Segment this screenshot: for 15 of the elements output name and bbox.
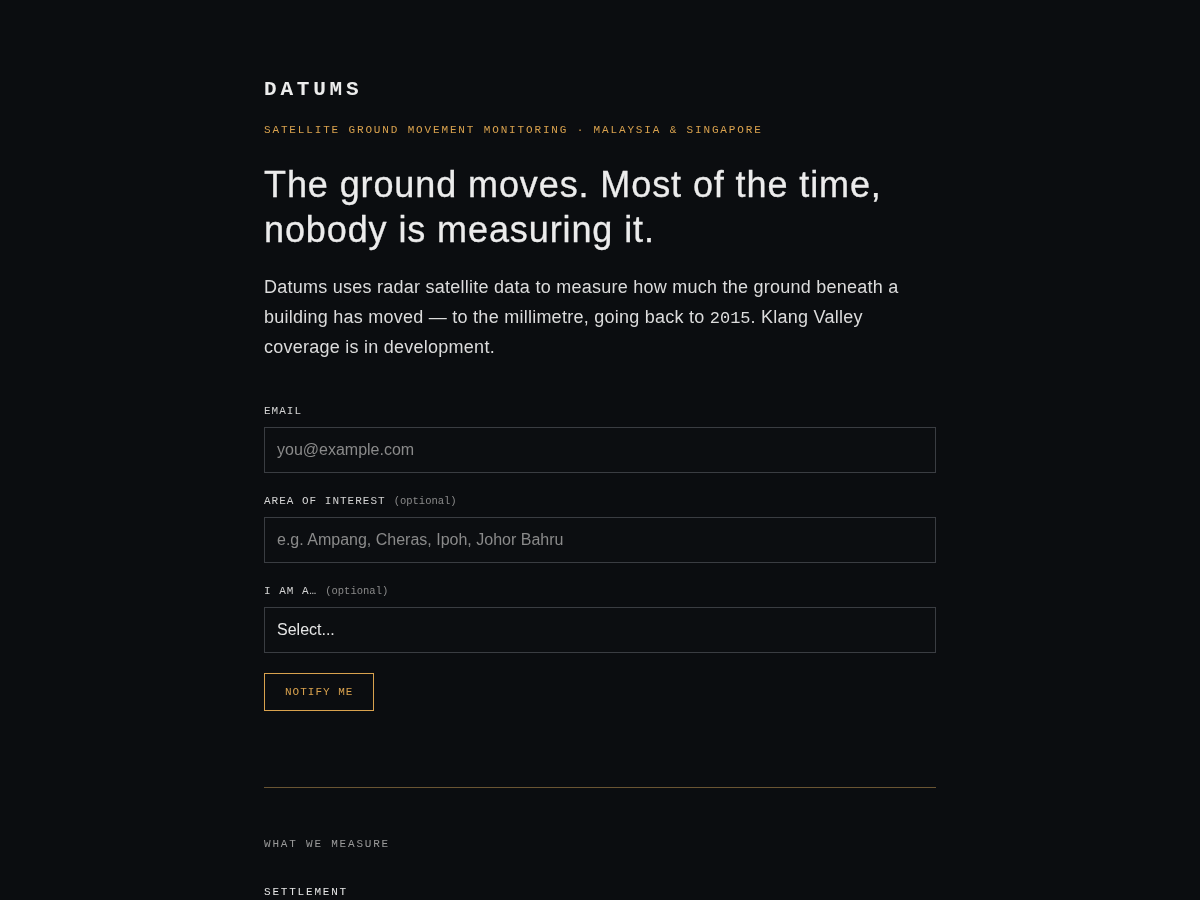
field-label: AREA OF INTEREST: [264, 493, 386, 509]
input-field[interactable]: e.g. Ampang, Cheras, Ipoh, Johor Bahru: [264, 516, 936, 563]
hero-heading: The ground moves. Most of the time, nobody is measuring it.: [264, 163, 883, 252]
tagline: SATELLITE GROUND MOVEMENT MONITORING · MALAYSIA & SINGAPORE: [264, 123, 763, 138]
input-field[interactable]: you@example.com: [264, 426, 936, 473]
notify-button[interactable]: NOTIFY ME: [264, 672, 375, 711]
section-eyebrow: WHAT WE MEASURE: [264, 836, 391, 852]
item-title: SETTLEMENT: [264, 884, 348, 900]
brand-name: DATUMS: [264, 78, 363, 102]
field-label: I AM A…: [264, 583, 318, 599]
intro-paragraph: Datums uses radar satellite data to measure how much the ground beneath a building has moved — to the millimetre, going back to 2015. Klang Valley coverage is in development.: [264, 276, 900, 359]
optional-note: (optional): [325, 583, 389, 599]
field-label: EMAIL: [264, 403, 302, 419]
optional-note: (optional): [393, 493, 457, 509]
dropdown-field[interactable]: Select...: [264, 606, 936, 653]
